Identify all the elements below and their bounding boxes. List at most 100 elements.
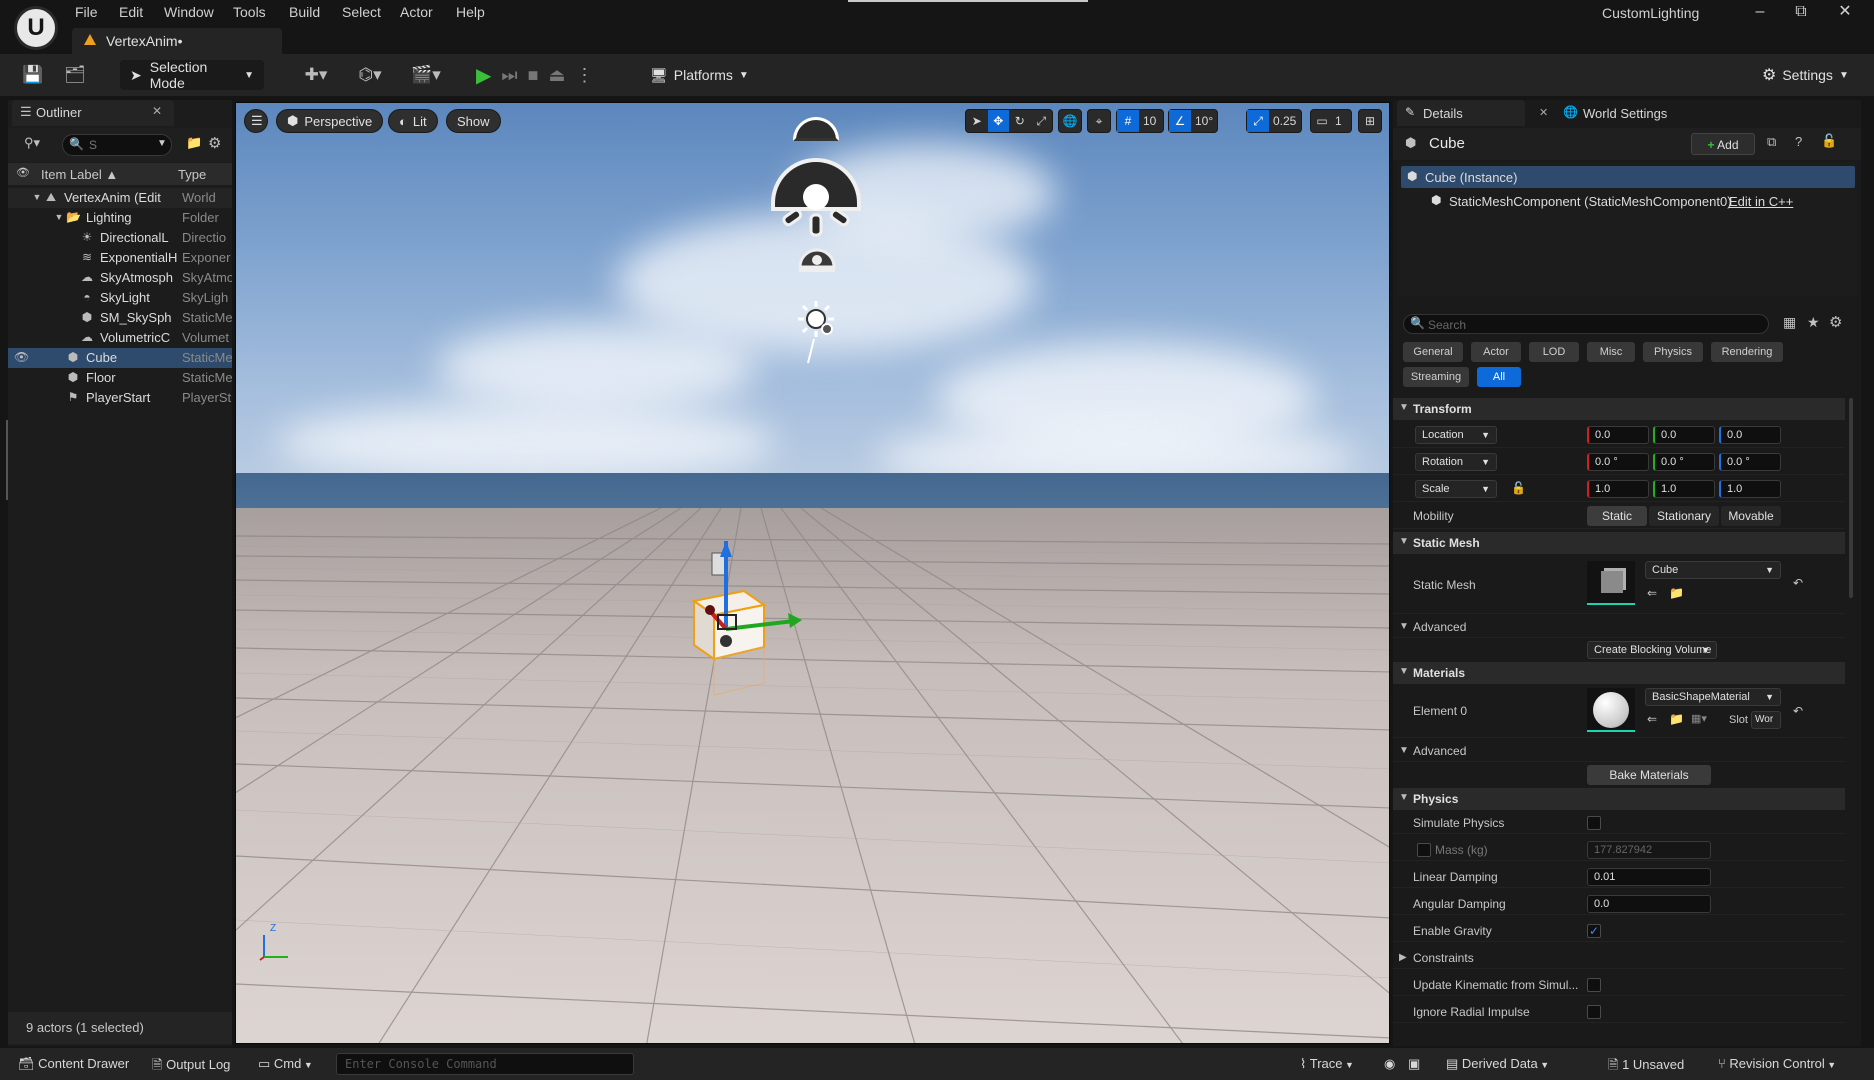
type-column[interactable]: Type <box>178 167 206 182</box>
outliner-row[interactable]: ⬢ Floor StaticMe <box>8 368 232 388</box>
static-mesh-section[interactable]: ▼ Static Mesh <box>1393 532 1845 554</box>
visibility-icon[interactable]: 👁 <box>14 350 29 364</box>
cube-actor[interactable] <box>684 541 814 721</box>
show-button[interactable]: Show <box>446 109 501 133</box>
outliner-row[interactable]: ▼ ⛰ VertexAnim (Edit World <box>8 188 232 208</box>
close-tab-icon[interactable]: ✕ <box>1539 106 1548 119</box>
rotation-snap-control[interactable]: ∠ 10° <box>1168 109 1218 133</box>
item-label-column[interactable]: Item Label ▲ <box>41 167 118 182</box>
world-settings-tab[interactable]: 🌐 World Settings <box>1559 100 1719 126</box>
component-child-row[interactable]: ⬢ StaticMeshComponent (StaticMeshCompone… <box>1401 190 1855 212</box>
lit-button[interactable]: ◐ Lit <box>388 109 438 133</box>
scale-tool-icon[interactable]: ⤢ <box>1031 114 1053 129</box>
menu-file[interactable]: File <box>75 2 98 22</box>
gear-icon[interactable]: ⚙ <box>1829 313 1842 331</box>
blueprint-icon[interactable]: ⧉ <box>1767 134 1776 150</box>
expand-arrow-icon[interactable]: ▼ <box>30 190 44 204</box>
add-actor-icon[interactable]: ✚▾ <box>298 64 334 86</box>
skylight-icon[interactable] <box>797 241 837 273</box>
advance-frame-icon[interactable]: ⏭ <box>501 65 517 86</box>
lock-icon[interactable]: 🔓 <box>1821 133 1837 149</box>
trace-dropdown[interactable]: ⌇ Trace ▼ <box>1300 1056 1354 1072</box>
materials-section[interactable]: ▼ Materials <box>1393 662 1845 684</box>
screenshot-icon[interactable]: ▣ <box>1408 1056 1420 1072</box>
outliner-row[interactable]: ◓ SkyLight SkyLigh <box>8 288 232 308</box>
unreal-logo-icon[interactable]: U <box>14 6 58 50</box>
surface-snap-icon[interactable]: ⌖ <box>1087 109 1111 133</box>
rotation-x-input[interactable]: 0.0 ° <box>1587 453 1649 471</box>
scale-y-input[interactable]: 1.0 <box>1653 480 1715 498</box>
location-dropdown[interactable]: Location ▼ <box>1415 426 1497 444</box>
unsaved-button[interactable]: 🗎 1 Unsaved <box>1608 1056 1684 1078</box>
stop-icon[interactable]: ■ <box>528 65 539 86</box>
material-thumbnail[interactable] <box>1587 688 1635 732</box>
linear-damping-input[interactable]: 0.01 <box>1587 868 1711 886</box>
select-tool-icon[interactable]: ➤ <box>966 114 988 128</box>
filter-actor-button[interactable]: Actor <box>1471 342 1521 362</box>
minimize-button[interactable]: – <box>1745 2 1775 22</box>
scale-z-input[interactable]: 1.0 <box>1719 480 1781 498</box>
level-viewport[interactable]: ☰ ⬢ Perspective ◐ Lit Show ➤ ✥ ↻ ⤢ 🌐 ⌖ #… <box>235 102 1390 1044</box>
grid-snap-control[interactable]: # 10 <box>1116 109 1164 133</box>
slot-value[interactable]: Wor <box>1751 711 1781 729</box>
filter-lod-button[interactable]: LOD <box>1529 342 1579 362</box>
save-icon[interactable]: 💾 <box>22 64 44 86</box>
static-mesh-advanced-row[interactable]: ▼ Advanced <box>1393 616 1845 638</box>
rotation-y-input[interactable]: 0.0 ° <box>1653 453 1715 471</box>
ignore-radial-checkbox[interactable] <box>1587 1005 1601 1019</box>
scrollbar-thumb[interactable] <box>1849 398 1853 598</box>
outliner-row[interactable]: ☀ DirectionalL Directio <box>8 228 232 248</box>
location-y-input[interactable]: 0.0 <box>1653 426 1715 444</box>
blueprint-icon[interactable]: ⌬▾ <box>352 64 388 86</box>
derived-data-dropdown[interactable]: ▤ Derived Data ▼ <box>1446 1056 1549 1072</box>
enable-gravity-checkbox[interactable]: ✓ <box>1587 924 1601 938</box>
transform-section[interactable]: ▼ Transform <box>1393 398 1845 420</box>
use-selected-icon[interactable]: ⇐ <box>1647 712 1657 726</box>
outliner-row[interactable]: ☁ SkyAtmosph SkyAtmo <box>8 268 232 288</box>
create-blocking-volume-dropdown[interactable]: Create Blocking Volume ▼ <box>1587 641 1717 659</box>
mobility-static-button[interactable]: Static <box>1587 506 1647 526</box>
more-options-icon[interactable]: ⋮ <box>575 65 593 86</box>
perspective-button[interactable]: ⬢ Perspective <box>276 109 384 133</box>
expand-arrow-icon[interactable]: ▼ <box>52 210 66 224</box>
viewport-layout-icon[interactable]: ⊞ <box>1358 109 1382 133</box>
table-view-icon[interactable]: ▦ <box>1783 314 1796 331</box>
details-tab[interactable]: ✎ Details ✕ <box>1397 100 1548 126</box>
side-scrollbar[interactable] <box>6 420 8 500</box>
document-tab[interactable]: VertexAnim• <box>72 28 282 54</box>
mobility-movable-button[interactable]: Movable <box>1721 506 1781 526</box>
menu-actor[interactable]: Actor <box>400 2 433 22</box>
location-x-input[interactable]: 0.0 <box>1587 426 1649 444</box>
scale-x-input[interactable]: 1.0 <box>1587 480 1649 498</box>
static-mesh-thumbnail[interactable] <box>1587 561 1635 605</box>
outliner-row[interactable]: ≋ ExponentialH Exponer <box>8 248 232 268</box>
details-scrollbar[interactable] <box>1848 398 1854 1038</box>
revision-control-dropdown[interactable]: ⑂ Revision Control ▼ <box>1718 1056 1836 1071</box>
use-selected-icon[interactable]: ⇐ <box>1647 586 1657 600</box>
menu-build[interactable]: Build <box>289 2 320 22</box>
menu-edit[interactable]: Edit <box>119 2 143 22</box>
filter-all-button[interactable]: All <box>1477 367 1521 387</box>
bake-materials-button[interactable]: Bake Materials <box>1587 765 1711 785</box>
new-folder-icon[interactable]: 📁 <box>186 135 202 151</box>
outliner-row[interactable]: ⚑ PlayerStart PlayerSt <box>8 388 232 408</box>
edit-in-cpp-link[interactable]: Edit in C++ <box>1729 194 1793 209</box>
browse-asset-icon[interactable]: 📁 <box>1669 586 1684 600</box>
angular-damping-input[interactable]: 0.0 <box>1587 895 1711 913</box>
record-icon[interactable]: ◉ <box>1384 1056 1395 1072</box>
constraints-row[interactable]: ▶ Constraints <box>1393 947 1845 969</box>
simulate-physics-checkbox[interactable] <box>1587 816 1601 830</box>
menu-select[interactable]: Select <box>342 2 381 22</box>
rotation-dropdown[interactable]: Rotation ▼ <box>1415 453 1497 471</box>
restore-button[interactable]: ⧉ <box>1786 2 1816 22</box>
camera-speed-control[interactable]: ▭ 1 <box>1310 109 1352 133</box>
close-tab-icon[interactable]: ✕ <box>152 104 162 118</box>
lock-icon[interactable]: 🔓 <box>1511 481 1526 495</box>
reset-icon[interactable]: ↶ <box>1793 576 1803 590</box>
browse-asset-icon[interactable]: 📁 <box>1669 712 1684 726</box>
outliner-tab[interactable]: ☰ Outliner ✕ <box>12 100 174 126</box>
update-kinematic-checkbox[interactable] <box>1587 978 1601 992</box>
filter-physics-button[interactable]: Physics <box>1643 342 1703 362</box>
viewport-menu-button[interactable]: ☰ <box>244 109 268 133</box>
details-search-input[interactable]: 🔍 Search <box>1403 314 1769 334</box>
